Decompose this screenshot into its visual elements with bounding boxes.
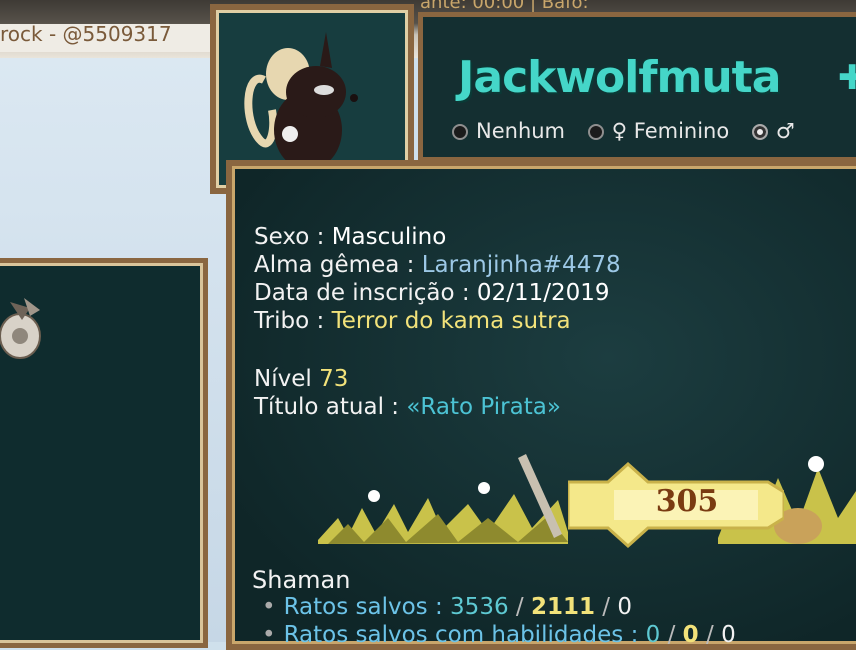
titulo-row: Título atual : «Rato Pirata» [254, 394, 561, 420]
nivel-value: 73 [319, 366, 349, 392]
stat-label: Ratos salvos : [283, 594, 451, 620]
gender-none-label: Nenhum [476, 119, 566, 143]
shaman-title: Shaman [252, 566, 351, 594]
gender-option-none[interactable]: Nenhum [452, 119, 565, 143]
stat-b: 2111 [530, 594, 595, 620]
stat-a: 3536 [450, 594, 509, 620]
stat-c: 0 [617, 594, 632, 620]
stat-b: 0 [682, 622, 699, 648]
data-label: Data de inscrição : [254, 280, 477, 306]
username: Jackwolfmuta [458, 52, 781, 103]
tribo-label: Tribo : [254, 308, 332, 334]
stat-label: Ratos salvos com habilidades : [283, 622, 646, 648]
alma-row: Alma gêmea : Laranjinha#4478 [254, 252, 621, 278]
level-badge-value: 305 [655, 484, 719, 519]
tribo-value[interactable]: Terror do kama sutra [332, 308, 571, 334]
alma-value[interactable]: Laranjinha#4478 [422, 252, 621, 278]
titulo-label: Título atual : [254, 394, 407, 420]
sexo-label: Sexo : [254, 224, 332, 250]
stat-c: 0 [721, 622, 736, 648]
titulo-value[interactable]: «Rato Pirata» [406, 394, 561, 420]
tribo-row: Tribo : Terror do kama sutra [254, 308, 571, 334]
plus-icon[interactable]: ✚ [838, 58, 856, 98]
sexo-row: Sexo : Masculino [254, 224, 446, 250]
stat-row-salvos: • Ratos salvos : 3536 / 2111 / 0 [262, 594, 632, 620]
radio-female[interactable] [587, 124, 604, 140]
data-row: Data de inscrição : 02/11/2019 [254, 280, 610, 306]
alma-label: Alma gêmea : [254, 252, 422, 278]
gender-male-label: ♂ [775, 119, 795, 143]
bullet: • [262, 594, 276, 620]
gender-option-female[interactable]: ♀ Feminino [587, 119, 730, 143]
sexo-value: Masculino [331, 224, 447, 250]
stat-row-habilidades: • Ratos salvos com habilidades : 0 / 0 / … [262, 622, 736, 648]
bullet: • [262, 622, 276, 648]
nivel-label: Nível [254, 366, 320, 392]
radio-none[interactable] [452, 124, 468, 140]
gender-option-male[interactable]: ♂ [751, 119, 795, 143]
stat-a: 0 [645, 622, 661, 648]
gender-female-label: ♀ Feminino [611, 119, 730, 143]
bell-item-icon[interactable] [0, 286, 52, 368]
radio-male[interactable] [751, 124, 768, 140]
gender-selector: Nenhum ♀ Feminino ♂ [452, 118, 811, 143]
data-value: 02/11/2019 [476, 280, 610, 306]
nivel-row: Nível 73 [254, 366, 348, 392]
chat-text: rock - @5509317 [0, 22, 172, 46]
